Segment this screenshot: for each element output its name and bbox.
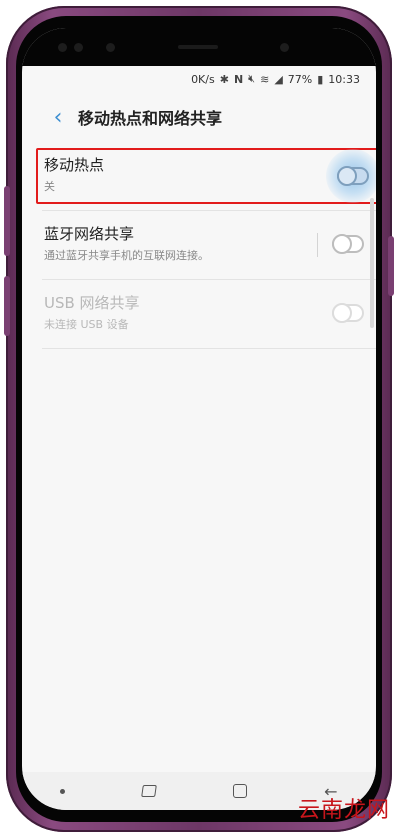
setting-label: USB 网络共享 bbox=[44, 294, 140, 312]
home-icon[interactable] bbox=[233, 784, 248, 798]
setting-description: 通过蓝牙共享手机的互联网连接。 bbox=[44, 249, 209, 262]
battery-icon: ▮ bbox=[317, 72, 324, 86]
sensor-icon bbox=[74, 43, 83, 52]
nav-dot-icon[interactable] bbox=[60, 788, 66, 794]
battery-percent: 77% bbox=[287, 72, 313, 86]
page-title: 移动热点和网络共享 bbox=[78, 109, 223, 128]
network-speed: 0K/s bbox=[191, 72, 215, 86]
wifi-icon: ≋ bbox=[260, 72, 270, 86]
setting-label: 蓝牙网络共享 bbox=[44, 225, 135, 243]
bluetooth-tethering-toggle[interactable] bbox=[332, 234, 364, 254]
setting-mobile-hotspot[interactable]: 移动热点 关 bbox=[36, 142, 376, 211]
toggle-knob bbox=[332, 234, 352, 254]
top-bezel bbox=[22, 28, 376, 66]
recents-icon[interactable] bbox=[141, 785, 158, 797]
front-camera-icon bbox=[280, 43, 289, 52]
toggle-knob bbox=[337, 166, 357, 186]
scrollbar[interactable] bbox=[370, 198, 374, 328]
clock: 10:33 bbox=[328, 72, 360, 86]
setting-description: 未连接 USB 设备 bbox=[44, 318, 129, 331]
back-arrow-icon[interactable]: ‹ bbox=[38, 97, 78, 137]
setting-status: 关 bbox=[44, 180, 55, 193]
watermark: 云南龙网 bbox=[297, 798, 390, 823]
settings-list: 移动热点 关 蓝牙网络共享 通过蓝牙共享手机的互联网连接。 USB 网络共享 未… bbox=[36, 142, 376, 349]
nfc-icon: N bbox=[233, 72, 244, 86]
bezel: 0K/s ✱ N 🔇︎ ≋ ◢ 77% ▮ 10:33 ‹ 移动热点和网络共享 … bbox=[16, 16, 382, 822]
volume-button bbox=[4, 186, 10, 256]
setting-usb-tethering: USB 网络共享 未连接 USB 设备 bbox=[42, 280, 376, 349]
usb-tethering-toggle bbox=[332, 303, 364, 323]
setting-bluetooth-tethering[interactable]: 蓝牙网络共享 通过蓝牙共享手机的互联网连接。 bbox=[42, 211, 376, 280]
hotspot-toggle[interactable] bbox=[337, 166, 369, 186]
power-button bbox=[388, 236, 394, 296]
divider bbox=[317, 233, 318, 257]
toggle-knob bbox=[332, 303, 352, 323]
sensor-icon bbox=[58, 43, 67, 52]
status-bar: 0K/s ✱ N 🔇︎ ≋ ◢ 77% ▮ 10:33 bbox=[22, 66, 376, 92]
setting-label: 移动热点 bbox=[44, 156, 105, 174]
screen: 0K/s ✱ N 🔇︎ ≋ ◢ 77% ▮ 10:33 ‹ 移动热点和网络共享 … bbox=[22, 28, 376, 810]
signal-icon: ◢ bbox=[274, 72, 283, 86]
phone-frame: 0K/s ✱ N 🔇︎ ≋ ◢ 77% ▮ 10:33 ‹ 移动热点和网络共享 … bbox=[4, 6, 394, 832]
mute-icon: 🔇︎ bbox=[248, 72, 256, 85]
touch-ripple bbox=[326, 149, 376, 203]
speaker-grille bbox=[178, 45, 218, 49]
sensor-icon bbox=[106, 43, 115, 52]
app-bar: ‹ 移动热点和网络共享 bbox=[22, 92, 376, 142]
bixby-button bbox=[4, 276, 10, 336]
bluetooth-icon: ✱ bbox=[219, 72, 229, 86]
